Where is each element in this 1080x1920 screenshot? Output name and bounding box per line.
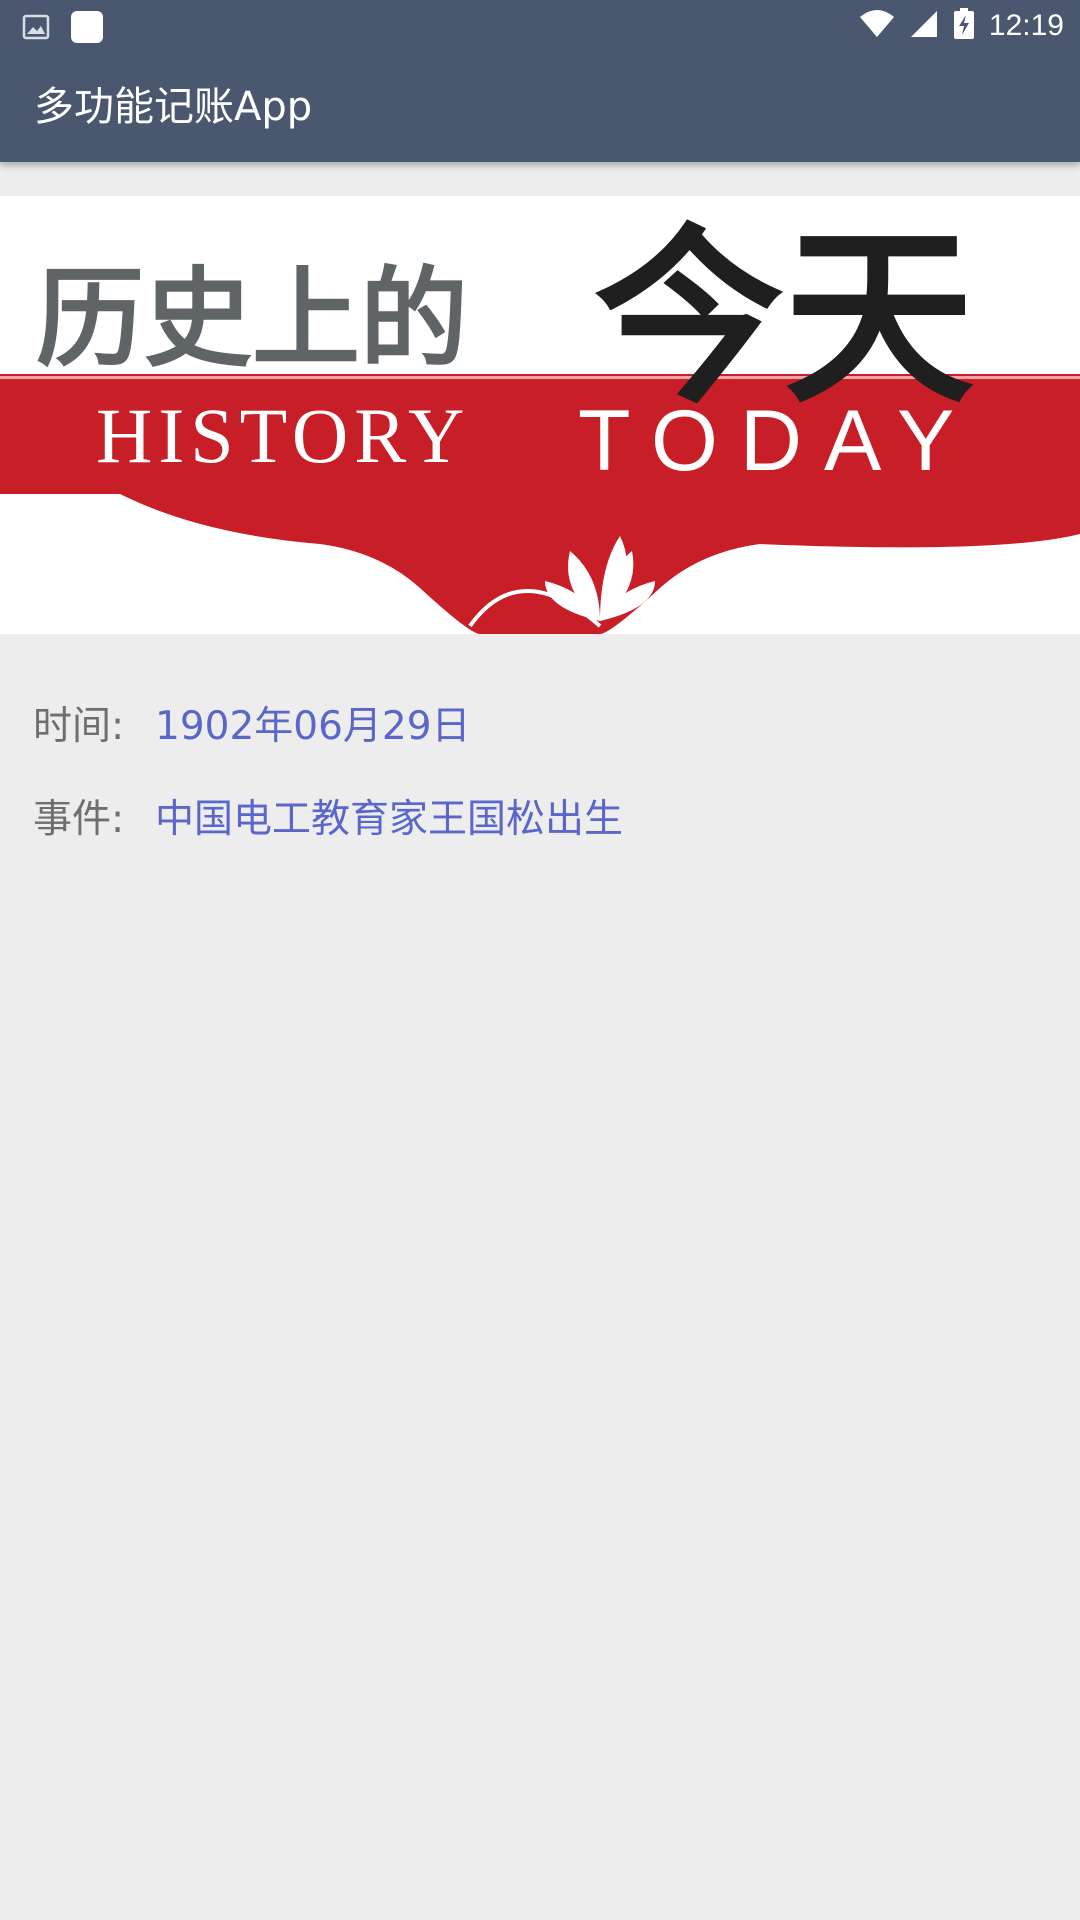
event-description-label: 事件: bbox=[33, 797, 125, 842]
gallery-notification-icon bbox=[22, 13, 50, 45]
status-bar: 12:19 bbox=[0, 0, 1080, 52]
app-notification-icon bbox=[70, 10, 104, 48]
banner-title-en-right: TODAY bbox=[578, 393, 976, 489]
banner-title-cn-left: 历史上的 bbox=[36, 256, 468, 382]
app-bar: 多功能记账App bbox=[0, 52, 1080, 162]
history-today-logo: 历史上的 今天 HISTORY TODAY bbox=[0, 196, 1080, 634]
event-time-label: 时间: bbox=[33, 704, 125, 749]
wifi-icon bbox=[859, 9, 895, 43]
event-time-row: 时间: 1902年06月29日 bbox=[33, 702, 471, 752]
status-time: 12:19 bbox=[988, 9, 1064, 42]
cell-signal-icon bbox=[909, 9, 939, 43]
event-description-row: 事件: 中国电工教育家王国松出生 bbox=[33, 795, 623, 845]
history-today-banner: 历史上的 今天 HISTORY TODAY bbox=[0, 196, 1080, 634]
banner-title-en-left: HISTORY bbox=[96, 392, 470, 479]
app-title: 多功能记账App bbox=[34, 84, 313, 130]
event-time-value: 1902年06月29日 bbox=[155, 704, 471, 749]
event-description-value: 中国电工教育家王国松出生 bbox=[155, 797, 624, 842]
battery-charging-icon bbox=[953, 8, 975, 44]
